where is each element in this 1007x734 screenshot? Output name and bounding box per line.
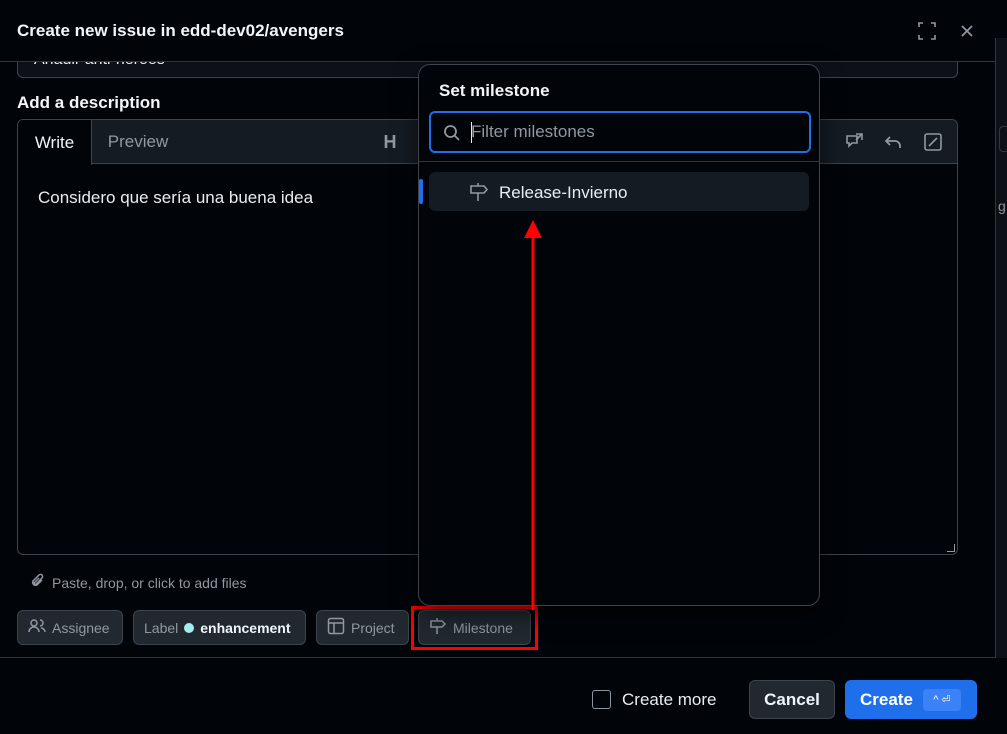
milestone-filter-field[interactable] — [429, 111, 811, 153]
cross-reference-icon[interactable] — [842, 130, 866, 154]
attach-files-hint[interactable]: Paste, drop, or click to add files — [30, 573, 247, 592]
label-button[interactable]: Label enhancement — [133, 610, 306, 645]
project-button[interactable]: Project — [316, 610, 409, 645]
create-button[interactable]: Create ^ ⏎ — [845, 680, 977, 719]
active-indicator — [419, 179, 423, 204]
tab-preview[interactable]: Preview — [92, 120, 184, 164]
dialog-title: Create new issue in edd-dev02/avengers — [17, 21, 344, 40]
project-label: Project — [351, 619, 395, 636]
milestone-option[interactable]: Release-Invierno — [419, 172, 809, 211]
table-icon — [327, 617, 345, 638]
resize-handle-icon[interactable] — [947, 544, 955, 552]
description-label: Add a description — [17, 93, 161, 112]
background-page-edge: g — [995, 38, 1007, 658]
search-icon — [443, 124, 461, 147]
tab-write[interactable]: Write — [18, 120, 92, 165]
create-button-label: Create — [860, 689, 913, 709]
milestone-filter-input[interactable] — [471, 121, 791, 143]
cancel-button[interactable]: Cancel — [749, 680, 835, 719]
label-color-dot — [184, 622, 195, 633]
attach-hint-text: Paste, drop, or click to add files — [52, 574, 247, 591]
annotation-arrow — [524, 220, 542, 610]
milestone-option-label: Release-Invierno — [499, 183, 628, 202]
fullscreen-icon[interactable] — [916, 20, 938, 42]
assignee-button[interactable]: Assignee — [17, 610, 123, 645]
people-icon — [28, 618, 46, 637]
undo-icon[interactable] — [881, 130, 905, 154]
edit-square-icon[interactable] — [921, 130, 945, 154]
keyboard-shortcut-icon: ^ ⏎ — [922, 688, 961, 711]
create-more-label[interactable]: Create more — [622, 690, 716, 710]
background-text-fragment: g — [998, 198, 1006, 214]
milestone-popover: Set milestone Release-Invierno — [418, 64, 820, 606]
annotation-highlight-box — [411, 606, 538, 650]
popover-divider — [419, 161, 819, 162]
heading-icon[interactable]: H — [378, 130, 402, 154]
text-caret — [471, 122, 472, 143]
create-more-checkbox[interactable] — [592, 690, 611, 709]
dialog-header: Create new issue in edd-dev02/avengers — [0, 0, 995, 62]
popover-title: Set milestone — [439, 81, 550, 100]
description-text: Considero que sería una buena idea — [38, 188, 314, 207]
label-value: enhancement — [200, 619, 291, 636]
label-prefix: Label — [144, 619, 179, 636]
dialog-footer: Create more Cancel Create ^ ⏎ — [0, 657, 995, 734]
assignee-label: Assignee — [52, 619, 110, 636]
background-button-fragment — [999, 126, 1007, 152]
paperclip-icon — [30, 573, 46, 592]
milestone-icon — [469, 182, 489, 207]
close-icon[interactable] — [956, 20, 978, 42]
